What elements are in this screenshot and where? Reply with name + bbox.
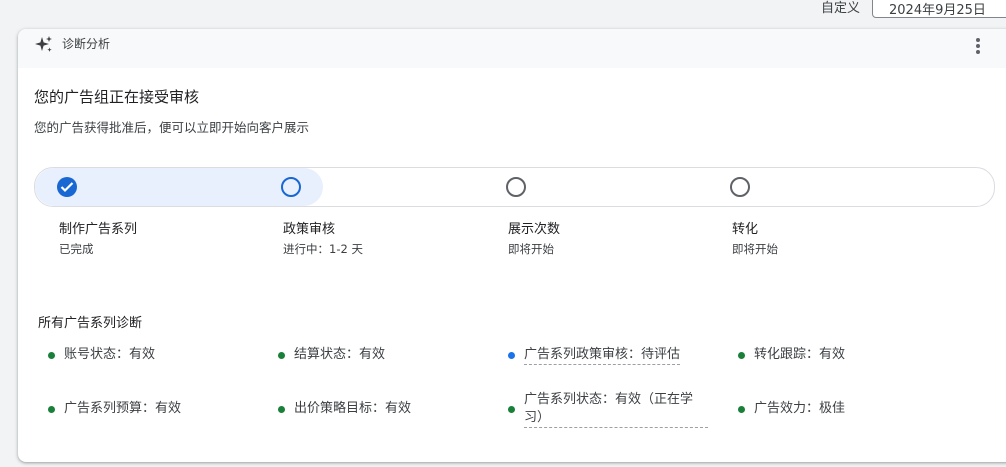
- step-name: 展示次数: [508, 222, 561, 237]
- date-range-button[interactable]: 2024年9月25日: [872, 0, 1006, 18]
- diagnostic-label: 转化跟踪：有效: [754, 347, 846, 362]
- step-create-campaign: 制作广告系列 已完成: [59, 221, 137, 258]
- step-status: 进行中：1-2 天: [283, 242, 363, 256]
- step-status: 即将开始: [732, 242, 778, 256]
- diagnostic-label: 广告系列预算：有效: [64, 401, 182, 416]
- diagnostic-item: 广告效力：极佳: [738, 400, 845, 418]
- diagnostic-item: 出价策略目标：有效: [278, 400, 411, 418]
- diagnostic-label[interactable]: 广告系列状态：有效（正在学习）: [524, 391, 708, 428]
- status-dot-icon: [738, 352, 745, 359]
- step-name: 制作广告系列: [59, 222, 138, 237]
- step-impressions: 展示次数 即将开始: [508, 221, 560, 258]
- diagnostic-item: 结算状态：有效: [278, 346, 385, 364]
- status-headline: 您的广告组正在接受审核: [34, 88, 200, 106]
- top-bar: 自定义 2024年9月25日: [0, 0, 1006, 26]
- status-dot-icon: [508, 352, 515, 359]
- status-dot-icon: [48, 352, 55, 359]
- step-name: 转化: [732, 222, 759, 237]
- status-dot-icon: [508, 406, 515, 413]
- diagnostic-item[interactable]: 广告系列状态：有效（正在学习）: [508, 391, 708, 428]
- diagnostics-section-title: 所有广告系列诊断: [38, 316, 143, 331]
- step-pending-circle-icon: [506, 177, 526, 197]
- step-current-circle-icon: [281, 177, 301, 197]
- diagnostic-label: 广告效力：极佳: [754, 401, 846, 416]
- status-dot-icon: [278, 406, 285, 413]
- progress-fill: [35, 168, 323, 206]
- diagnostic-item: 广告系列预算：有效: [48, 400, 181, 418]
- step-policy-review: 政策审核 进行中：1-2 天: [283, 221, 363, 258]
- diagnostic-item: 转化跟踪：有效: [738, 346, 845, 364]
- diagnostic-label[interactable]: 广告系列政策审核：待评估: [524, 346, 681, 365]
- diagnostic-label: 账号状态：有效: [64, 347, 156, 362]
- diagnostic-label: 结算状态：有效: [294, 347, 386, 362]
- step-conversions: 转化 即将开始: [732, 221, 778, 258]
- diagnostic-label: 出价策略目标：有效: [294, 401, 412, 416]
- step-status: 即将开始: [508, 242, 554, 256]
- status-dot-icon: [48, 406, 55, 413]
- step-pending-circle-icon: [730, 177, 750, 197]
- step-done-check-icon: [57, 177, 77, 197]
- card-header: 诊断分析: [18, 29, 1006, 68]
- sparkle-icon: [35, 36, 52, 52]
- step-name: 政策审核: [283, 222, 336, 237]
- status-dot-icon: [738, 406, 745, 413]
- diagnostic-item[interactable]: 广告系列政策审核：待评估: [508, 346, 681, 365]
- more-options-icon[interactable]: [973, 36, 983, 56]
- card-title: 诊断分析: [62, 37, 111, 51]
- custom-range-label: 自定义: [821, 1, 861, 16]
- diagnostics-card: 诊断分析 您的广告组正在接受审核 您的广告获得批准后，便可以立即开始向客户展示 …: [18, 29, 1006, 462]
- diagnostic-item: 账号状态：有效: [48, 346, 155, 364]
- status-dot-icon: [278, 352, 285, 359]
- status-subtext: 您的广告获得批准后，便可以立即开始向客户展示: [34, 120, 310, 135]
- step-status: 已完成: [59, 242, 94, 256]
